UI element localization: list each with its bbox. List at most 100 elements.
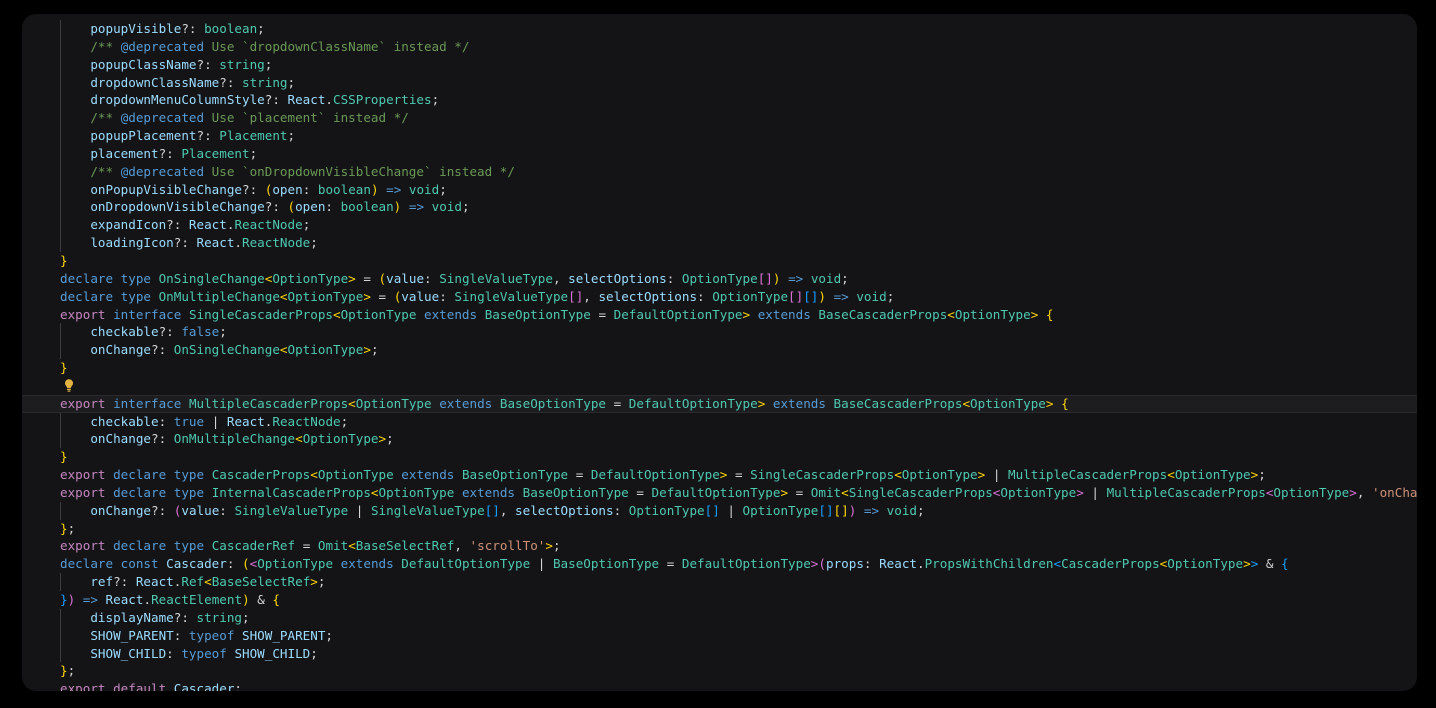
- token-keyword: declare type: [113, 467, 205, 483]
- token-keyword: declare const: [60, 556, 159, 572]
- token-punctuation: ,: [454, 538, 470, 554]
- code-line[interactable]: };: [22, 662, 1417, 680]
- token-property: onChange: [90, 502, 152, 518]
- token-keyword-control: export: [60, 467, 106, 483]
- token-punctuation: ?:: [166, 217, 189, 233]
- token-punctuation: ,: [552, 270, 569, 286]
- lightbulb-icon[interactable]: [62, 378, 76, 393]
- token-punctuation: :: [863, 556, 880, 572]
- code-line[interactable]: declare type OnSingleChange<OptionType> …: [22, 270, 1417, 288]
- indent-guide: [60, 37, 61, 56]
- token-comment: /**: [90, 38, 121, 54]
- code-line[interactable]: /** @deprecated Use `onDropdownVisibleCh…: [22, 162, 1417, 181]
- token-bracket: ): [772, 270, 781, 286]
- code-line[interactable]: expandIcon?: React.ReactNode;: [22, 216, 1417, 235]
- code-line[interactable]: dropdownClassName?: string;: [22, 73, 1417, 92]
- token-type: DefaultOptionType: [651, 484, 781, 500]
- code-line[interactable]: onPopupVisibleChange?: (open: boolean) =…: [22, 180, 1417, 199]
- token-type: ReactNode: [272, 413, 341, 429]
- token-type: void: [408, 181, 440, 197]
- token-punctuation: ;: [1258, 467, 1266, 483]
- indent-guide: [60, 198, 61, 217]
- token-punctuation: ?:: [151, 502, 174, 518]
- token-bracket: []: [484, 502, 500, 518]
- code-line[interactable]: SHOW_CHILD: typeof SHOW_CHILD;: [22, 644, 1417, 663]
- token-type: CascaderRef: [211, 538, 296, 554]
- code-line[interactable]: checkable: true | React.ReactNode;: [22, 412, 1417, 431]
- token-punctuation: |: [355, 502, 371, 518]
- code-line[interactable]: ref?: React.Ref<BaseSelectRef>;: [22, 573, 1417, 591]
- token-type: CascaderProps: [1061, 556, 1160, 572]
- code-line[interactable]: placement?: Placement;: [22, 144, 1417, 163]
- token-bracket: <: [279, 342, 288, 358]
- token-type: PropsWithChildren: [924, 556, 1054, 572]
- token-type-param: OptionType: [340, 306, 417, 322]
- token-type-param: OptionType: [317, 467, 394, 483]
- code-line[interactable]: loadingIcon?: React.ReactNode;: [22, 234, 1417, 252]
- code-line[interactable]: onChange?: OnSingleChange<OptionType>;: [22, 341, 1417, 360]
- token-namespace: React: [196, 235, 235, 251]
- token-string: 'onChange': [1372, 484, 1417, 500]
- code-line[interactable]: dropdownMenuColumnStyle?: React.CSSPrope…: [22, 91, 1417, 110]
- token-type: OnSingleChange: [173, 342, 280, 358]
- token-punctuation: :: [158, 413, 174, 429]
- token-property: dropdownClassName: [90, 74, 220, 90]
- token-type: DefaultOptionType: [681, 556, 811, 572]
- token-punctuation: ;: [302, 217, 311, 233]
- token-keyword: extends: [340, 556, 394, 572]
- code-line[interactable]: checkable?: false;: [22, 323, 1417, 342]
- token-bracket: >: [719, 467, 728, 483]
- token-literal: true: [173, 413, 205, 429]
- token-operator: =>: [82, 592, 98, 607]
- token-property: onChange: [90, 342, 152, 358]
- code-line[interactable]: /** @deprecated Use `placement` instead …: [22, 109, 1417, 128]
- token-keyword: declare type: [60, 270, 151, 286]
- code-line[interactable]: popupClassName?: string;: [22, 55, 1417, 74]
- code-line[interactable]: SHOW_PARENT: typeof SHOW_PARENT;: [22, 626, 1417, 645]
- code-editor-panel[interactable]: popupVisible?: boolean; /** @deprecated …: [22, 14, 1417, 691]
- code-surface[interactable]: popupVisible?: boolean; /** @deprecated …: [22, 14, 1417, 691]
- token-punctuation: ;: [287, 128, 296, 144]
- token-keyword: typeof: [181, 645, 227, 661]
- token-property: onDropdownVisibleChange: [90, 199, 265, 215]
- code-line[interactable]: onDropdownVisibleChange?: (open: boolean…: [22, 198, 1417, 217]
- code-line[interactable]: declare const Cascader: (< OptionType ext…: [22, 555, 1417, 573]
- code-line[interactable]: export interface SingleCascaderProps<Opt…: [22, 306, 1417, 324]
- token-property: dropdownMenuColumnStyle: [90, 92, 265, 108]
- code-line-active[interactable]: export interface MultipleCascaderProps<O…: [22, 394, 1417, 413]
- code-line[interactable]: displayName?: string;: [22, 608, 1417, 627]
- code-line[interactable]: export declare type CascaderRef = Omit<B…: [22, 537, 1417, 555]
- code-line[interactable]: };: [22, 520, 1417, 538]
- code-line[interactable]: }: [22, 448, 1417, 466]
- code-line[interactable]: export declare type InternalCascaderProp…: [22, 484, 1417, 502]
- token-type-param: OptionType: [1174, 467, 1251, 483]
- code-line[interactable]: }: [22, 252, 1417, 270]
- token-type: SingleCascaderProps: [848, 484, 993, 500]
- token-operator: =>: [863, 502, 880, 518]
- code-line[interactable]: }) => React.ReactElement) & {: [22, 591, 1417, 609]
- token-bracket: <: [310, 467, 318, 483]
- code-line[interactable]: popupVisible?: boolean;: [22, 20, 1417, 38]
- token-bracket: ): [242, 592, 250, 607]
- token-bracket: []: [757, 270, 773, 286]
- token-bracket: {: [1045, 306, 1054, 322]
- token-type: Ref: [181, 574, 205, 590]
- token-type: MultipleCascaderProps: [1106, 484, 1266, 500]
- token-type: SingleCascaderProps: [188, 306, 333, 322]
- token-punctuation: ?:: [196, 56, 220, 72]
- token-punctuation: :: [219, 502, 235, 518]
- code-line[interactable]: onChange?: (value: SingleValueType | Sin…: [22, 501, 1417, 520]
- token-punctuation: ;: [234, 681, 243, 691]
- code-line[interactable]: export declare type CascaderProps<Option…: [22, 466, 1417, 484]
- code-line[interactable]: }: [22, 359, 1417, 377]
- code-line[interactable]: /** @deprecated Use `dropdownClassName` …: [22, 37, 1417, 56]
- code-line[interactable]: export default Cascader;: [22, 680, 1417, 691]
- indent-guide: [60, 20, 61, 38]
- token-punctuation: ?:: [173, 609, 197, 625]
- code-line[interactable]: declare type OnMultipleChange<OptionType…: [22, 288, 1417, 306]
- token-punctuation: |: [211, 413, 227, 429]
- code-action-row[interactable]: [22, 377, 1417, 395]
- code-line[interactable]: popupPlacement?: Placement;: [22, 127, 1417, 145]
- token-punctuation: ?:: [113, 574, 136, 590]
- code-line[interactable]: onChange?: OnMultipleChange<OptionType>;: [22, 430, 1417, 449]
